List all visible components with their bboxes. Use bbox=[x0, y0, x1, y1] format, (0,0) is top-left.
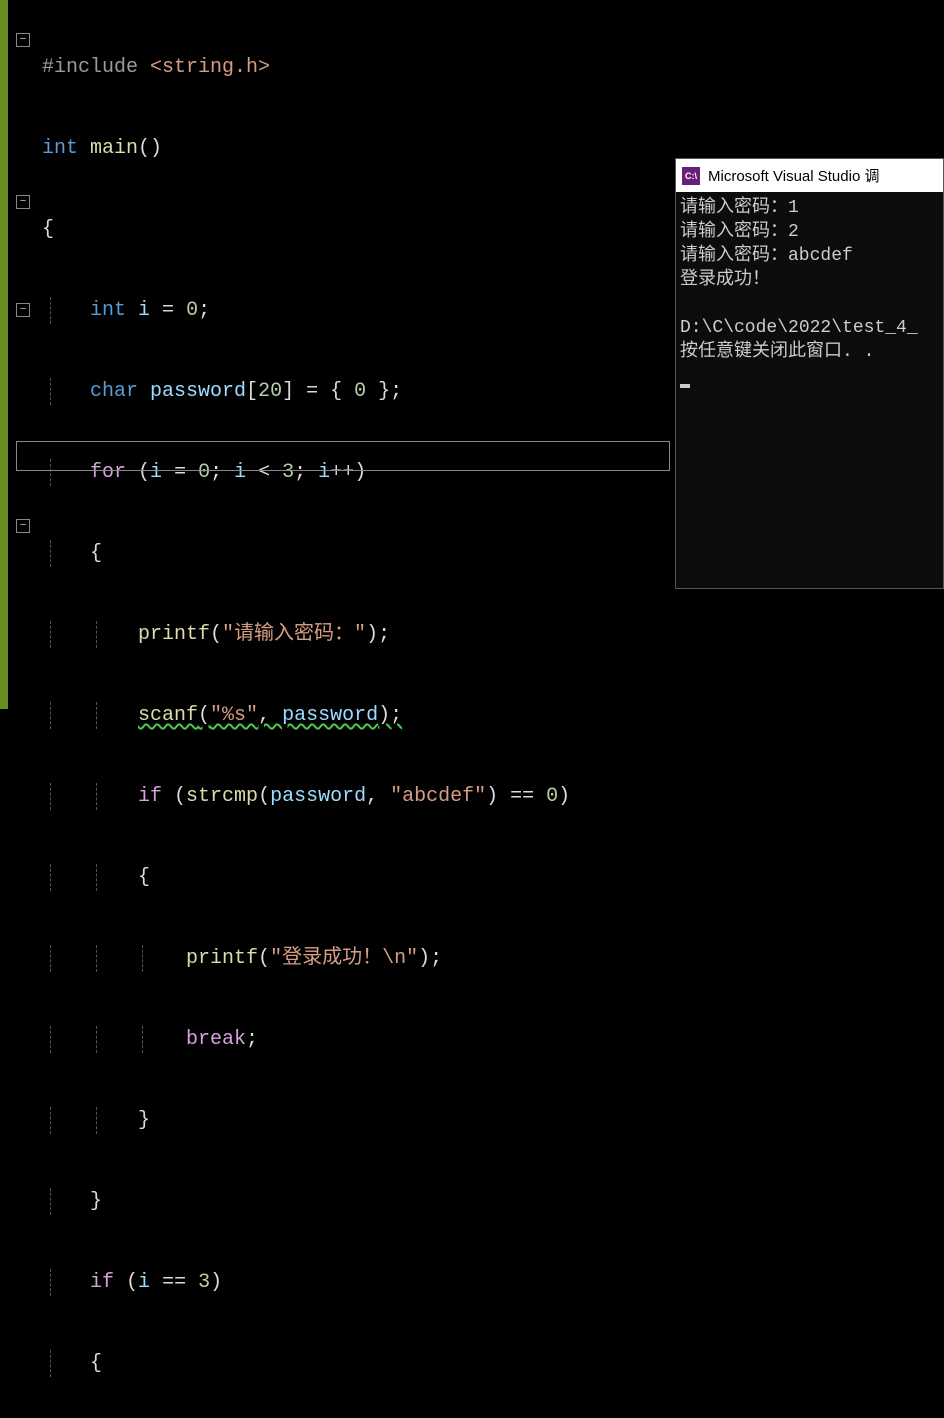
code-line[interactable]: } bbox=[42, 1107, 675, 1134]
console-output[interactable]: 请输入密码：1 请输入密码：2 请输入密码：abcdef 登录成功！ D:\C\… bbox=[676, 192, 943, 588]
code-line[interactable]: printf("登录成功！\n"); bbox=[42, 945, 675, 972]
code-editor[interactable]: − − − − #include <string.h> int main() {… bbox=[0, 0, 675, 709]
console-cursor bbox=[680, 384, 690, 388]
code-line[interactable]: printf("请输入密码："); bbox=[42, 621, 675, 648]
fold-gutter: − − − − bbox=[8, 0, 40, 709]
code-line[interactable]: int main() bbox=[42, 135, 675, 162]
fold-toggle[interactable]: − bbox=[16, 195, 30, 209]
console-line: D:\C\code\2022\test_4_ bbox=[680, 318, 918, 338]
console-line: 请输入密码：1 bbox=[680, 198, 799, 218]
console-line: 请输入密码：abcdef bbox=[680, 246, 853, 266]
code-line[interactable]: int i = 0; bbox=[42, 297, 675, 324]
change-margin bbox=[0, 0, 8, 709]
console-line: 登录成功！ bbox=[680, 270, 770, 290]
code-line[interactable]: if (strcmp(password, "abcdef") == 0) bbox=[42, 783, 675, 810]
console-title: Microsoft Visual Studio 调 bbox=[708, 165, 879, 186]
code-line[interactable]: scanf("%s", password); bbox=[42, 702, 675, 729]
fold-toggle[interactable]: − bbox=[16, 303, 30, 317]
code-line[interactable]: break; bbox=[42, 1026, 675, 1053]
code-line[interactable]: { bbox=[42, 864, 675, 891]
fold-toggle[interactable]: − bbox=[16, 33, 30, 47]
code-line[interactable]: { bbox=[42, 1350, 675, 1377]
code-line[interactable]: { bbox=[42, 216, 675, 243]
code-line[interactable]: if (i == 3) bbox=[42, 1269, 675, 1296]
console-line: 按任意键关闭此窗口. . bbox=[680, 342, 874, 362]
code-line[interactable]: #include <string.h> bbox=[42, 54, 675, 81]
fold-toggle[interactable]: − bbox=[16, 519, 30, 533]
console-line: 请输入密码：2 bbox=[680, 222, 799, 242]
debug-console-window[interactable]: C:\ Microsoft Visual Studio 调 请输入密码：1 请输… bbox=[675, 158, 944, 589]
code-line[interactable]: char password[20] = { 0 }; bbox=[42, 378, 675, 405]
code-line[interactable]: { bbox=[42, 540, 675, 567]
code-line[interactable]: for (i = 0; i < 3; i++) bbox=[42, 459, 675, 486]
vs-icon: C:\ bbox=[682, 167, 700, 185]
code-line[interactable]: } bbox=[42, 1188, 675, 1215]
console-titlebar[interactable]: C:\ Microsoft Visual Studio 调 bbox=[676, 159, 943, 192]
code-area[interactable]: #include <string.h> int main() { int i =… bbox=[40, 0, 675, 709]
